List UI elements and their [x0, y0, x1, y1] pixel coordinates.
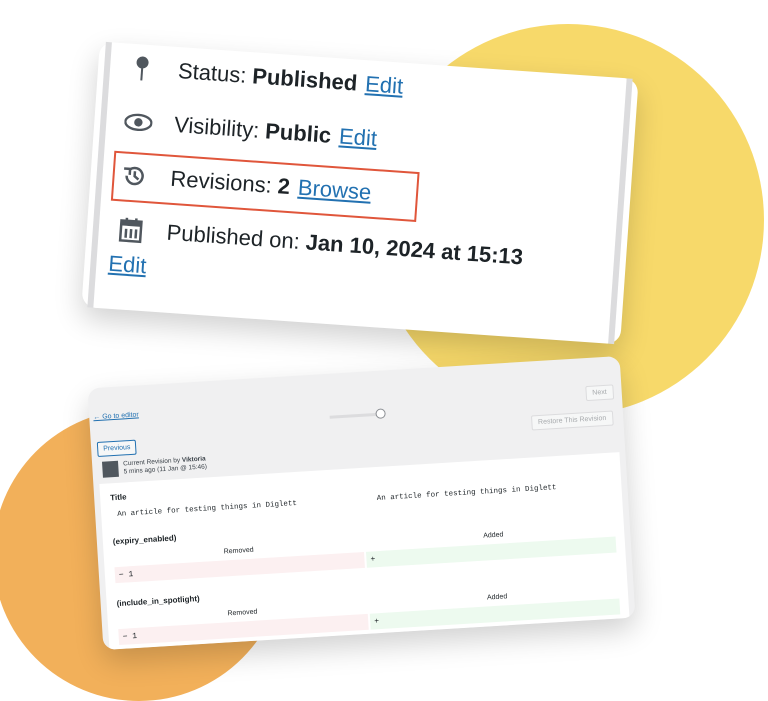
expiry-added-row — [365, 536, 617, 568]
revisions-browse-link[interactable]: Browse — [297, 175, 372, 206]
visibility-row: Visibility: Public Edit — [123, 107, 378, 153]
published-row: Published on: Jan 10, 2024 at 15:13 — [116, 215, 524, 271]
avatar — [101, 460, 119, 478]
expiry-removed-row — [114, 551, 365, 584]
pin-icon — [127, 54, 157, 84]
expiry-added-label: Added — [483, 531, 504, 540]
spotlight-removed-label: Removed — [227, 608, 258, 618]
status-label: Status: — [177, 58, 248, 88]
history-icon — [120, 161, 150, 191]
previous-button[interactable]: Previous — [96, 439, 137, 458]
revisions-count: 2 — [276, 173, 291, 200]
visibility-value: Public — [264, 118, 333, 148]
revision-slider-handle[interactable] — [375, 408, 386, 419]
next-button[interactable]: Next — [584, 384, 615, 402]
eye-icon — [123, 107, 153, 137]
field-expiry-heading: (expiry_enabled) — [112, 533, 177, 547]
expiry-added-marker: + — [370, 555, 376, 565]
published-date: Jan 10, 2024 at 15:13 — [304, 229, 524, 270]
visibility-edit-link[interactable]: Edit — [338, 123, 378, 152]
revision-compare-card: ← Go to editor Next Previous Restore Thi… — [87, 355, 636, 651]
status-row: Status: Published Edit — [127, 54, 404, 101]
expiry-removed-value: − 1 — [118, 570, 134, 580]
revision-meta: Current Revision by Viktoria 5 mins ago … — [101, 455, 207, 478]
title-old-value: An article for testing things in Diglett — [117, 499, 298, 519]
revision-slider-track[interactable] — [329, 412, 382, 419]
status-edit-link[interactable]: Edit — [364, 71, 404, 100]
spotlight-added-row — [369, 598, 621, 630]
title-new-value: An article for testing things in Diglett — [376, 484, 557, 504]
spotlight-added-marker: + — [374, 617, 380, 627]
calendar-icon — [116, 215, 146, 245]
visibility-label: Visibility: — [173, 111, 261, 143]
field-spotlight-heading: (include_in_spotlight) — [116, 594, 200, 609]
spotlight-added-label: Added — [486, 593, 508, 602]
restore-revision-button[interactable]: Restore This Revision — [530, 410, 614, 431]
spotlight-removed-value: − 1 — [122, 631, 138, 642]
publish-box-card: Status: Published Edit Visibility: Publi… — [81, 41, 639, 345]
spotlight-removed-row — [118, 613, 369, 646]
diff-content: Title An article for testing things in D… — [99, 452, 630, 650]
field-title-heading: Title — [109, 492, 127, 503]
expiry-removed-label: Removed — [223, 546, 254, 556]
revisions-label: Revisions: — [169, 165, 273, 198]
status-value: Published — [251, 63, 359, 96]
go-to-editor-link[interactable]: ← Go to editor — [93, 411, 139, 421]
published-label: Published on: — [165, 219, 301, 254]
published-edit-link[interactable]: Edit — [108, 251, 148, 280]
